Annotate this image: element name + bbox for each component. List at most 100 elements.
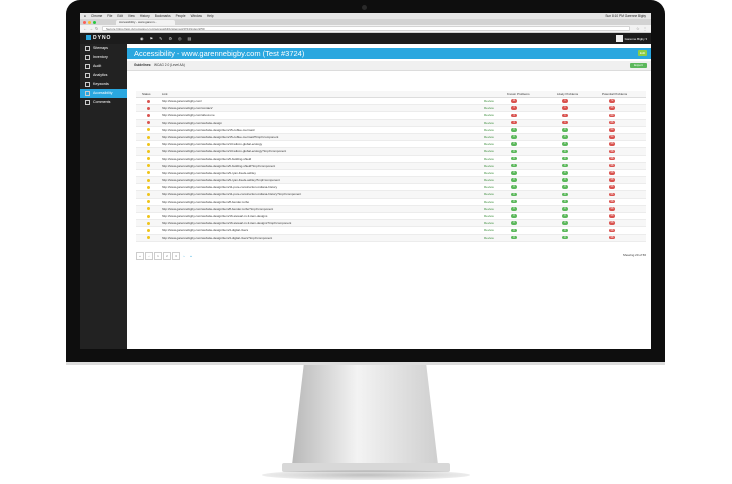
review-link[interactable]: Review bbox=[484, 206, 494, 212]
back-icon[interactable]: ← bbox=[83, 26, 87, 31]
row-link[interactable]: http://www.garennebigby.com/website-desi… bbox=[162, 213, 267, 219]
row-link[interactable]: http://www.garennebigby.com/website-desi… bbox=[162, 206, 273, 212]
sidebar-item-accessibility[interactable]: Accessibility bbox=[80, 89, 127, 98]
review-link[interactable]: Review bbox=[484, 184, 494, 190]
review-link[interactable]: Review bbox=[484, 148, 494, 154]
close-window-icon[interactable] bbox=[83, 20, 86, 24]
forward-icon[interactable]: → bbox=[89, 26, 93, 31]
row-link[interactable]: http://www.garennebigby.com/website-desi… bbox=[162, 148, 286, 154]
header-potential[interactable]: Potential Problems bbox=[602, 91, 627, 97]
review-link[interactable]: Review bbox=[484, 235, 494, 241]
review-link[interactable]: Review bbox=[484, 105, 494, 111]
row-link[interactable]: http://www.garennebigby.com/website-desi… bbox=[162, 177, 280, 183]
status-warn-icon bbox=[147, 142, 150, 146]
sidebar-item-label: Keywords bbox=[93, 82, 109, 86]
row-link[interactable]: http://www.garennebigby.com/about-me bbox=[162, 112, 215, 118]
menu-bookmarks[interactable]: Bookmarks bbox=[155, 14, 171, 18]
review-link[interactable]: Review bbox=[484, 170, 494, 176]
row-link[interactable]: http://www.garennebigby.com/website-desi… bbox=[162, 235, 272, 241]
review-link[interactable]: Review bbox=[484, 177, 494, 183]
review-link[interactable]: Review bbox=[484, 227, 494, 233]
gear-icon[interactable]: ⚙ bbox=[168, 36, 172, 41]
page-3-button[interactable]: 3 bbox=[172, 252, 180, 260]
menu-help[interactable]: Help bbox=[207, 14, 214, 18]
target-icon[interactable]: ◎ bbox=[178, 36, 182, 41]
next-page-button[interactable]: › bbox=[181, 253, 187, 259]
row-link[interactable]: http://www.garennebigby.com/website-desi… bbox=[162, 199, 249, 205]
likely-problems-badge: 0 bbox=[562, 185, 568, 190]
likely-problems-badge: 0 bbox=[562, 199, 568, 204]
sidebar-item-inventory[interactable]: Inventory bbox=[80, 53, 127, 62]
pencil-icon[interactable]: ✎ bbox=[159, 36, 162, 41]
user-menu[interactable]: Garenne Bigby ▾ bbox=[615, 35, 647, 42]
review-link[interactable]: Review bbox=[484, 156, 494, 162]
row-link[interactable]: http://www.garennebigby.com/contact/ bbox=[162, 105, 212, 111]
menu-edit[interactable]: Edit bbox=[117, 14, 123, 18]
app-logo[interactable]: DYNO bbox=[86, 35, 118, 42]
menu-dots-icon[interactable]: ⋮ bbox=[643, 26, 647, 31]
review-link[interactable]: Review bbox=[484, 213, 494, 219]
review-link[interactable]: Review bbox=[484, 191, 494, 197]
menu-people[interactable]: People bbox=[176, 14, 186, 18]
row-link[interactable]: http://www.garennebigby.com/website-desi… bbox=[162, 163, 275, 169]
minimize-window-icon[interactable] bbox=[88, 20, 91, 24]
row-link[interactable]: http://www.garennebigby.com/website-desi… bbox=[162, 227, 248, 233]
row-link[interactable]: http://www.garennebigby.com/website-desi… bbox=[162, 120, 222, 126]
row-link[interactable]: http://www.garennebigby.com/website-desi… bbox=[162, 127, 254, 133]
known-problems-badge: 0 bbox=[511, 142, 517, 146]
row-link[interactable]: http://www.garennebigby.com/website-desi… bbox=[162, 191, 301, 197]
flag-icon[interactable]: ⚑ bbox=[150, 36, 154, 41]
guidelines-select[interactable]: WCAG 2.0 (Level AA) bbox=[154, 61, 185, 70]
list-icon[interactable]: ▤ bbox=[188, 36, 192, 41]
edit-button[interactable]: Edit bbox=[638, 50, 647, 56]
address-bar[interactable]: Secure https://app.dynomapper.com/access… bbox=[102, 26, 630, 31]
potential-problems-badge: 54 bbox=[609, 127, 615, 132]
audit-icon bbox=[85, 64, 90, 69]
comments-icon bbox=[85, 100, 90, 105]
maximize-window-icon[interactable] bbox=[93, 20, 96, 24]
export-button[interactable]: Export bbox=[630, 63, 647, 68]
review-link[interactable]: Review bbox=[484, 98, 494, 104]
star-icon[interactable]: ☆ bbox=[636, 26, 640, 31]
likely-problems-badge: 0 bbox=[562, 142, 568, 146]
sidebar-item-keywords[interactable]: Keywords bbox=[80, 80, 127, 89]
sidebar-item-analytics[interactable]: Analytics bbox=[80, 71, 127, 80]
row-link[interactable]: http://www.garennebigby.com/website-desi… bbox=[162, 220, 291, 226]
row-link[interactable]: http://www.garennebigby.com/website-desi… bbox=[162, 170, 256, 176]
row-link[interactable]: http://www.garennebigby.com/website-desi… bbox=[162, 156, 251, 162]
reload-icon[interactable]: ↻ bbox=[95, 26, 98, 31]
last-page-button[interactable]: » bbox=[188, 253, 194, 259]
review-link[interactable]: Review bbox=[484, 141, 494, 147]
page-2-button[interactable]: 2 bbox=[163, 252, 171, 260]
row-link[interactable]: http://www.garennebigby.com/website-desi… bbox=[162, 184, 277, 190]
page-1-button[interactable]: 1 bbox=[154, 252, 162, 260]
review-link[interactable]: Review bbox=[484, 127, 494, 133]
globe-icon[interactable]: ◉ bbox=[140, 36, 144, 41]
review-link[interactable]: Review bbox=[484, 112, 494, 118]
header-likely[interactable]: Likely Problems bbox=[557, 91, 578, 97]
top-icon-bar: ◉ ⚑ ✎ ⚙ ◎ ▤ bbox=[140, 36, 197, 41]
header-link[interactable]: Link bbox=[162, 91, 168, 97]
review-link[interactable]: Review bbox=[484, 163, 494, 169]
menu-history[interactable]: History bbox=[140, 14, 150, 18]
review-link[interactable]: Review bbox=[484, 220, 494, 226]
prev-page-button[interactable]: ‹ bbox=[145, 252, 153, 260]
row-link[interactable]: http://www.garennebigby.com/website-desi… bbox=[162, 134, 278, 140]
header-known[interactable]: Known Problems bbox=[507, 91, 530, 97]
apple-icon[interactable]: ● bbox=[84, 14, 86, 18]
sidebar-item-audit[interactable]: Audit bbox=[80, 62, 127, 71]
header-status[interactable]: Status bbox=[142, 91, 151, 97]
review-link[interactable]: Review bbox=[484, 120, 494, 126]
row-link[interactable]: http://www.garennebigby.com/ bbox=[162, 98, 202, 104]
menu-file[interactable]: File bbox=[107, 14, 112, 18]
row-link[interactable]: http://www.garennebigby.com/website-desi… bbox=[162, 141, 262, 147]
menu-chrome[interactable]: Chrome bbox=[91, 14, 102, 18]
first-page-button[interactable]: « bbox=[136, 252, 144, 260]
menu-view[interactable]: View bbox=[128, 14, 135, 18]
review-link[interactable]: Review bbox=[484, 134, 494, 140]
status-warn-icon bbox=[147, 157, 150, 161]
sidebar-item-sitemaps[interactable]: Sitemaps bbox=[80, 44, 127, 53]
review-link[interactable]: Review bbox=[484, 199, 494, 205]
sidebar-item-comments[interactable]: Comments bbox=[80, 98, 127, 107]
menu-window[interactable]: Window bbox=[191, 14, 202, 18]
